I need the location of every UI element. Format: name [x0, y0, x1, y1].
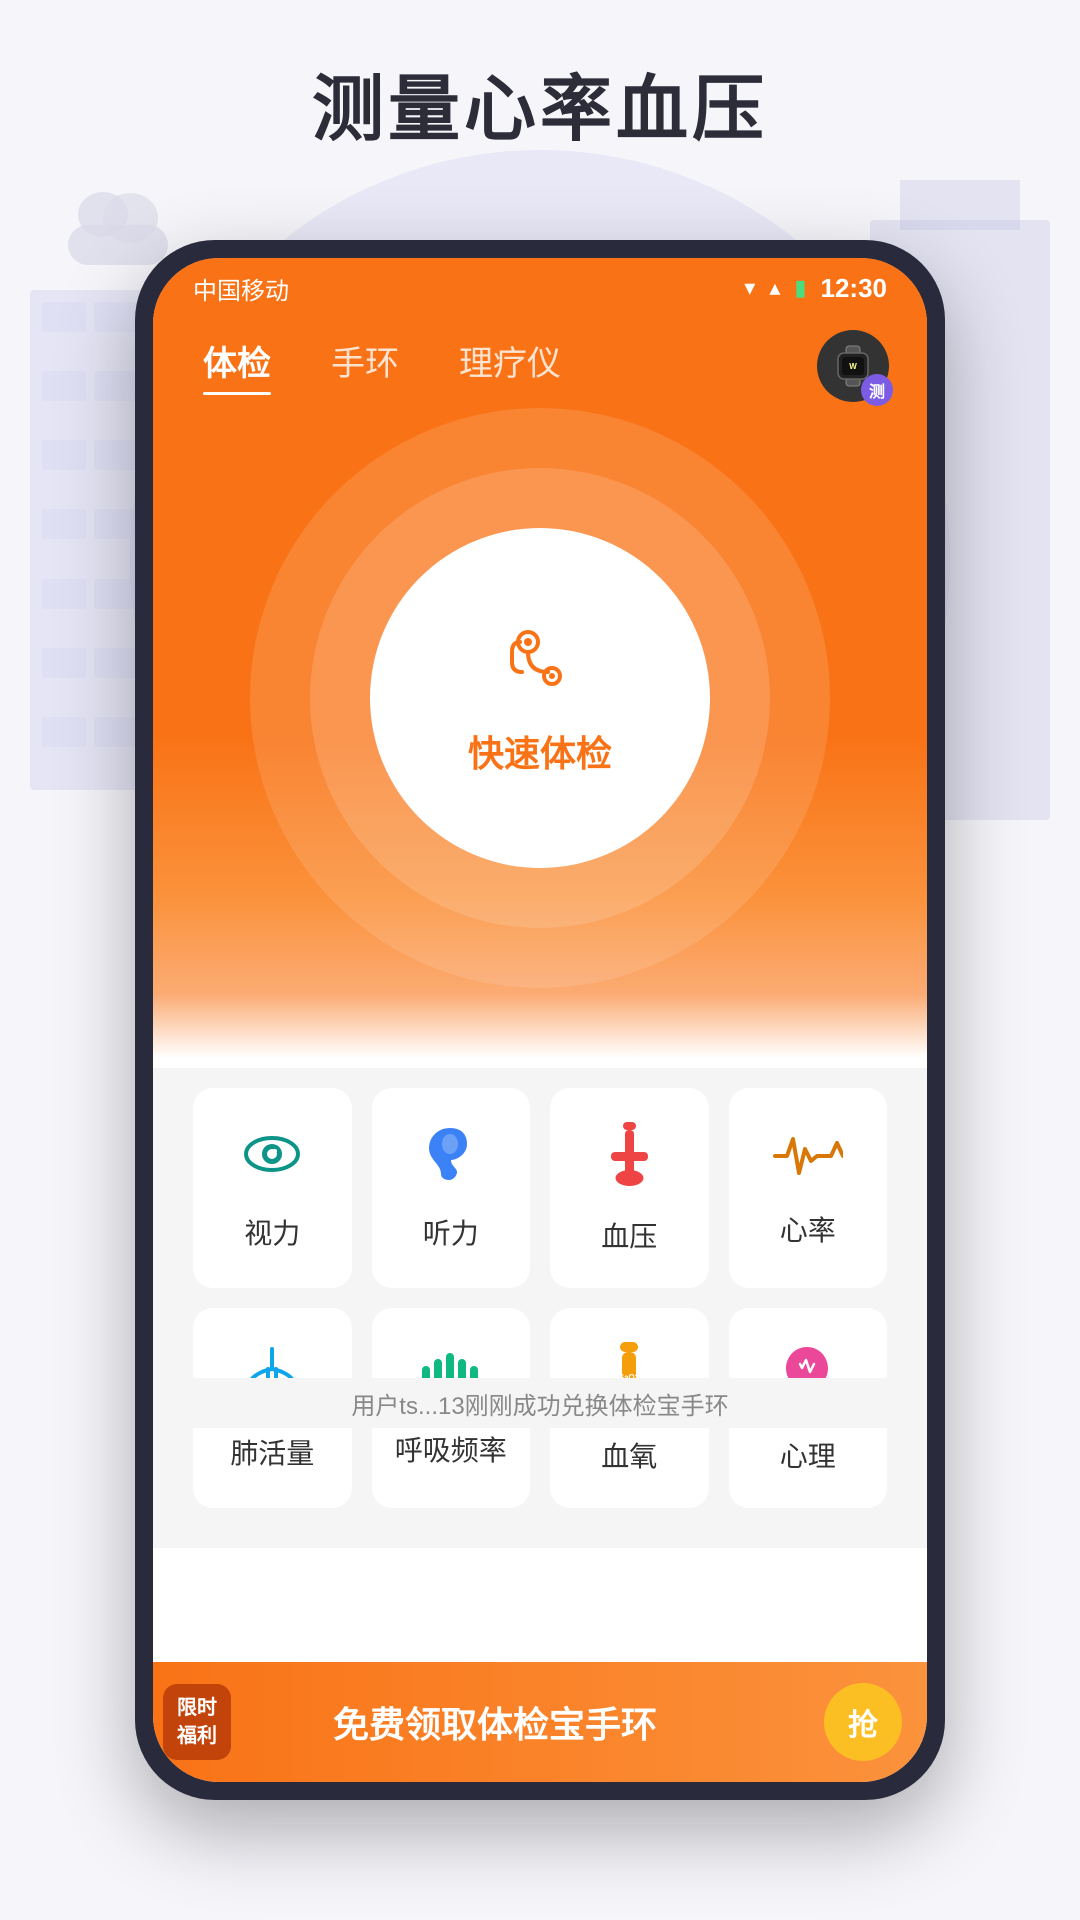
banner-text: 免费领取体检宝手环 [333, 1696, 657, 1748]
banner-tag: 限时福利 [163, 1684, 231, 1760]
wifi-icon: ▾ [744, 275, 755, 301]
building-left-bg [30, 290, 150, 790]
status-icons: ▾ ▴ ▮ 12:30 [744, 273, 887, 304]
grid-row-1: 视力 听力 [193, 1088, 887, 1288]
page-title: 测量心率血压 [0, 50, 1080, 155]
eye-icon [242, 1124, 302, 1194]
bottom-banner[interactable]: 限时福利 免费领取体检宝手环 抢 [153, 1662, 927, 1782]
carrier-label: 中国移动 [193, 271, 289, 306]
tab-tijian[interactable]: 体检 [203, 336, 271, 391]
ear-icon [423, 1124, 478, 1194]
bp-label: 血压 [601, 1215, 657, 1255]
lung-label: 肺活量 [230, 1432, 314, 1472]
phone-screen: 中国移动 ▾ ▴ ▮ 12:30 体检 手环 理疗仪 [153, 258, 927, 1782]
marquee-text: 用户ts...13刚刚成功兑换体检宝手环 [351, 1386, 728, 1421]
sao2-label: 血氧 [601, 1435, 657, 1475]
battery-icon: ▮ [794, 275, 806, 301]
psych-label: 心理 [780, 1435, 836, 1475]
feature-vision[interactable]: 视力 [193, 1088, 352, 1288]
tab-liaoyi[interactable]: 理疗仪 [459, 336, 561, 391]
phone-mockup: 中国移动 ▾ ▴ ▮ 12:30 体检 手环 理疗仪 [135, 240, 945, 1800]
signal-icon: ▴ [769, 275, 780, 301]
quick-exam-label: 快速体检 [468, 725, 612, 777]
tab-bar: 体检 手环 理疗仪 [153, 318, 927, 408]
bp-icon [607, 1122, 652, 1197]
hr-label: 心率 [780, 1209, 836, 1249]
wristband-badge: 测 [861, 374, 893, 406]
stethoscope-icon [495, 619, 585, 709]
feature-hr[interactable]: 心率 [729, 1088, 888, 1288]
quick-exam-area[interactable]: 快速体检 [250, 408, 830, 988]
feature-hearing[interactable]: 听力 [372, 1088, 531, 1288]
circle-inner[interactable]: 快速体检 [370, 528, 710, 868]
svg-text:W: W [849, 362, 857, 371]
feature-grid: 视力 听力 [153, 1068, 927, 1548]
feature-bp[interactable]: 血压 [550, 1088, 709, 1288]
wristband-button[interactable]: W 测 [817, 330, 897, 410]
tab-shouhuan[interactable]: 手环 [331, 336, 399, 391]
hr-icon [773, 1127, 843, 1191]
breath-label: 呼吸频率 [395, 1429, 507, 1469]
grab-button[interactable]: 抢 [824, 1683, 902, 1761]
vision-label: 视力 [244, 1212, 300, 1252]
status-time: 12:30 [821, 273, 888, 304]
marquee-bar: 用户ts...13刚刚成功兑换体检宝手环 [153, 1378, 927, 1428]
background: 测量心率血压 中国移动 ▾ ▴ ▮ 12:30 体检 手环 理疗仪 [0, 0, 1080, 1920]
status-bar: 中国移动 ▾ ▴ ▮ 12:30 [153, 258, 927, 318]
hearing-label: 听力 [423, 1212, 479, 1252]
